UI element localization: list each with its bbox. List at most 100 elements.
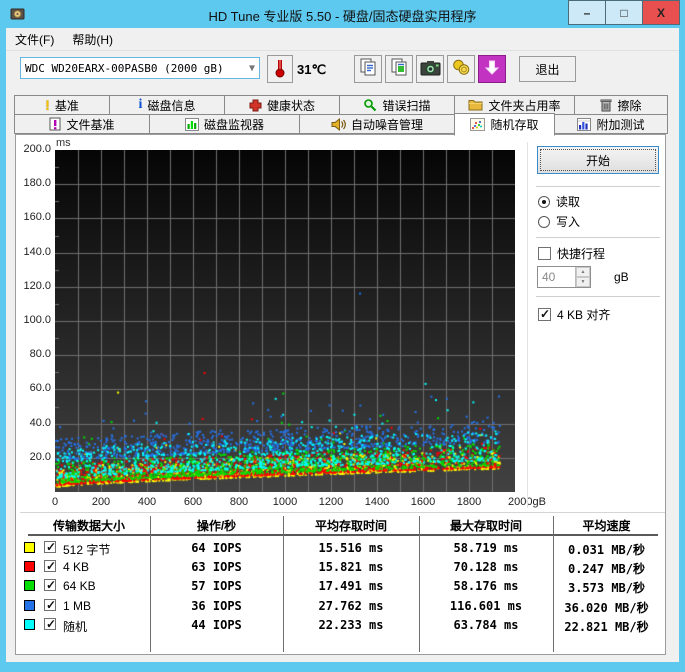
copy-text-icon [359, 58, 378, 80]
y-tick-label: 200.0 [23, 143, 51, 155]
series-checkbox[interactable] [44, 578, 56, 592]
checkbox-box [538, 307, 551, 321]
health-cross-icon [249, 99, 262, 112]
avg-access-value: 15.516 ms [318, 541, 384, 555]
tab-health[interactable]: 健康状态 [224, 95, 340, 115]
stroke-unit-label: gB [614, 270, 629, 284]
exit-button[interactable]: 退出 [519, 56, 576, 82]
y-tick-label: 20.0 [29, 450, 51, 463]
menubar: 文件(F) 帮助(H) [6, 28, 679, 51]
iops-value: 36 IOPS [191, 599, 242, 613]
register-button[interactable] [447, 55, 475, 83]
y-tick-label: 100.0 [23, 314, 51, 326]
col-header-avg-access: 平均存取时间 [314, 519, 387, 533]
update-button[interactable] [478, 55, 506, 83]
temperature-button[interactable] [267, 55, 293, 83]
copy-text-button[interactable] [354, 55, 382, 83]
checkbox-box [538, 247, 551, 260]
tab-file-benchmark[interactable]: 文件基准 [14, 114, 150, 134]
tab-folder-usage[interactable]: 文件夹占用率 [454, 95, 575, 115]
col-header-iops: 操作/秒 [196, 519, 237, 533]
hdtune-window: HD Tune 专业版 5.50 - 硬盘/固态硬盘实用程序 – □ X 文件(… [0, 0, 685, 672]
iops-value: 63 IOPS [191, 560, 242, 574]
drive-select[interactable]: WDC WD20EARX-00PASB0 (2000 gB) ▼ [20, 57, 260, 79]
series-label: 64 KB [63, 579, 96, 593]
tab-extra-tests[interactable]: 附加测试 [554, 114, 668, 134]
avg-access-value: 17.491 ms [318, 579, 384, 593]
stroke-size-spinner[interactable]: 40 ▲ ▼ [537, 266, 591, 288]
scatter-icon [470, 118, 486, 131]
align-4kb-checkbox[interactable]: 4 KB 对齐 [538, 306, 610, 323]
series-label: 512 字节 [63, 543, 111, 557]
y-tick-label: 180.0 [23, 177, 51, 190]
tab-auto-acoustic[interactable]: 自动噪音管理 [299, 114, 455, 134]
tab-benchmark[interactable]: ! 基准 [14, 95, 110, 115]
screenshot-button[interactable] [416, 55, 444, 83]
magnifier-icon [363, 98, 377, 112]
series-checkbox[interactable] [44, 617, 56, 631]
spinner-down-button[interactable]: ▼ [576, 277, 590, 287]
iops-value: 57 IOPS [191, 579, 242, 593]
radio-dot [538, 215, 550, 228]
series-label: 随机 [63, 620, 88, 634]
avg-access-value: 22.233 ms [318, 618, 384, 632]
x-tick-label: 1200 [318, 496, 344, 508]
tab-random-access[interactable]: 随机存取 [454, 113, 555, 136]
x-tick-label: 400 [137, 496, 157, 508]
copy-image-button[interactable] [385, 55, 413, 83]
tab-error-scan[interactable]: 错误扫描 [339, 95, 455, 115]
close-button[interactable]: X [642, 0, 680, 25]
tab-disk-info[interactable]: i 磁盘信息 [109, 95, 225, 115]
x-tick-label: 800 [229, 496, 249, 508]
series-checkbox[interactable] [44, 540, 56, 554]
header-underline [28, 534, 658, 536]
iops-value: 64 IOPS [191, 541, 242, 555]
write-radio[interactable]: 写入 [538, 213, 580, 230]
download-arrow-icon [484, 59, 500, 79]
series-checkbox[interactable] [44, 598, 56, 612]
coins-icon [452, 59, 471, 79]
col-header-max-access: 最大存取时间 [449, 519, 522, 533]
separator [536, 296, 660, 297]
avg-speed-value: 0.247 MB/秒 [567, 562, 646, 576]
speaker-icon [331, 117, 346, 131]
series-checkbox[interactable] [44, 559, 56, 573]
max-access-value: 58.719 ms [453, 541, 519, 555]
y-tick-label: 80.0 [29, 348, 51, 361]
separator [536, 186, 660, 187]
table-top-line [20, 512, 665, 513]
series-label: 1 MB [63, 599, 92, 613]
start-button[interactable]: 开始 [537, 146, 659, 174]
spinner-up-button[interactable]: ▲ [576, 267, 590, 277]
series-color-swatch [24, 619, 35, 630]
short-stroke-checkbox[interactable]: 快捷行程 [538, 245, 605, 262]
tab-erase[interactable]: 擦除 [574, 95, 668, 115]
read-radio[interactable]: 读取 [538, 193, 580, 210]
menu-item-help[interactable]: 帮助(H) [63, 28, 122, 51]
avg-access-value: 27.762 ms [318, 599, 384, 613]
col-header-avg-speed: 平均速度 [582, 519, 631, 533]
trash-icon [600, 98, 612, 112]
x-tick-label: 1400 [364, 496, 390, 508]
series-color-swatch [24, 542, 35, 553]
series-color-swatch [24, 561, 35, 572]
series-color-swatch [24, 580, 35, 591]
x-tick-label: 0 [51, 496, 59, 508]
chevron-down-icon: ▼ [248, 62, 255, 74]
info-icon: i [138, 97, 143, 112]
avg-speed-value: 3.573 MB/秒 [567, 581, 646, 595]
y-tick-label: 160.0 [23, 211, 51, 224]
minimize-button[interactable]: – [568, 0, 606, 25]
camera-icon [420, 59, 441, 79]
series-label: 4 KB [63, 560, 90, 574]
copy-image-icon [390, 58, 409, 80]
tab-disk-monitor[interactable]: 磁盘监视器 [149, 114, 300, 134]
separator [536, 237, 660, 238]
max-access-value: 63.784 ms [453, 618, 519, 632]
max-access-value: 70.128 ms [453, 560, 519, 574]
x-tick-label: 1800 [456, 496, 482, 508]
stroke-size-value: 40 [542, 270, 556, 284]
maximize-button[interactable]: □ [605, 0, 643, 25]
x-tick-label: 200 [91, 496, 111, 508]
menu-item-file[interactable]: 文件(F) [6, 28, 63, 51]
